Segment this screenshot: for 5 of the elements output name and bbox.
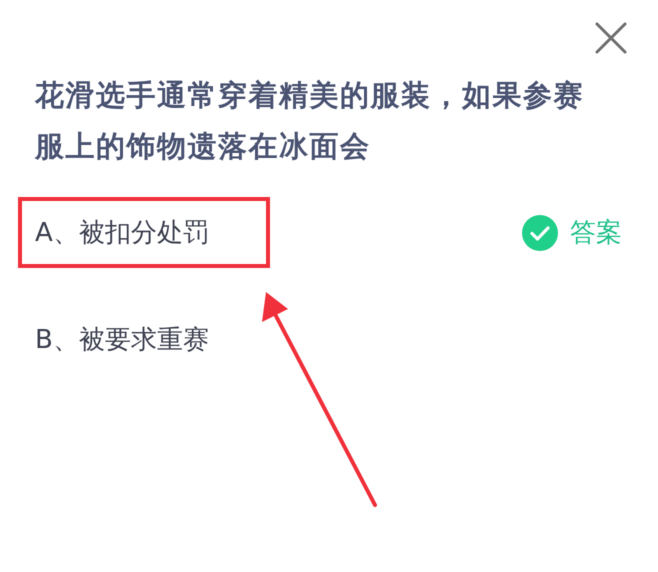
answer-label: 答案 [570, 217, 622, 250]
close-icon[interactable] [594, 21, 628, 55]
option-text[interactable]: B、被要求重赛 [35, 322, 209, 357]
option-text[interactable]: A、被扣分处罚 [35, 215, 209, 250]
question-text: 花滑选手通常穿着精美的服装，如果参赛服上的饰物遗落在冰面会 [35, 77, 585, 165]
